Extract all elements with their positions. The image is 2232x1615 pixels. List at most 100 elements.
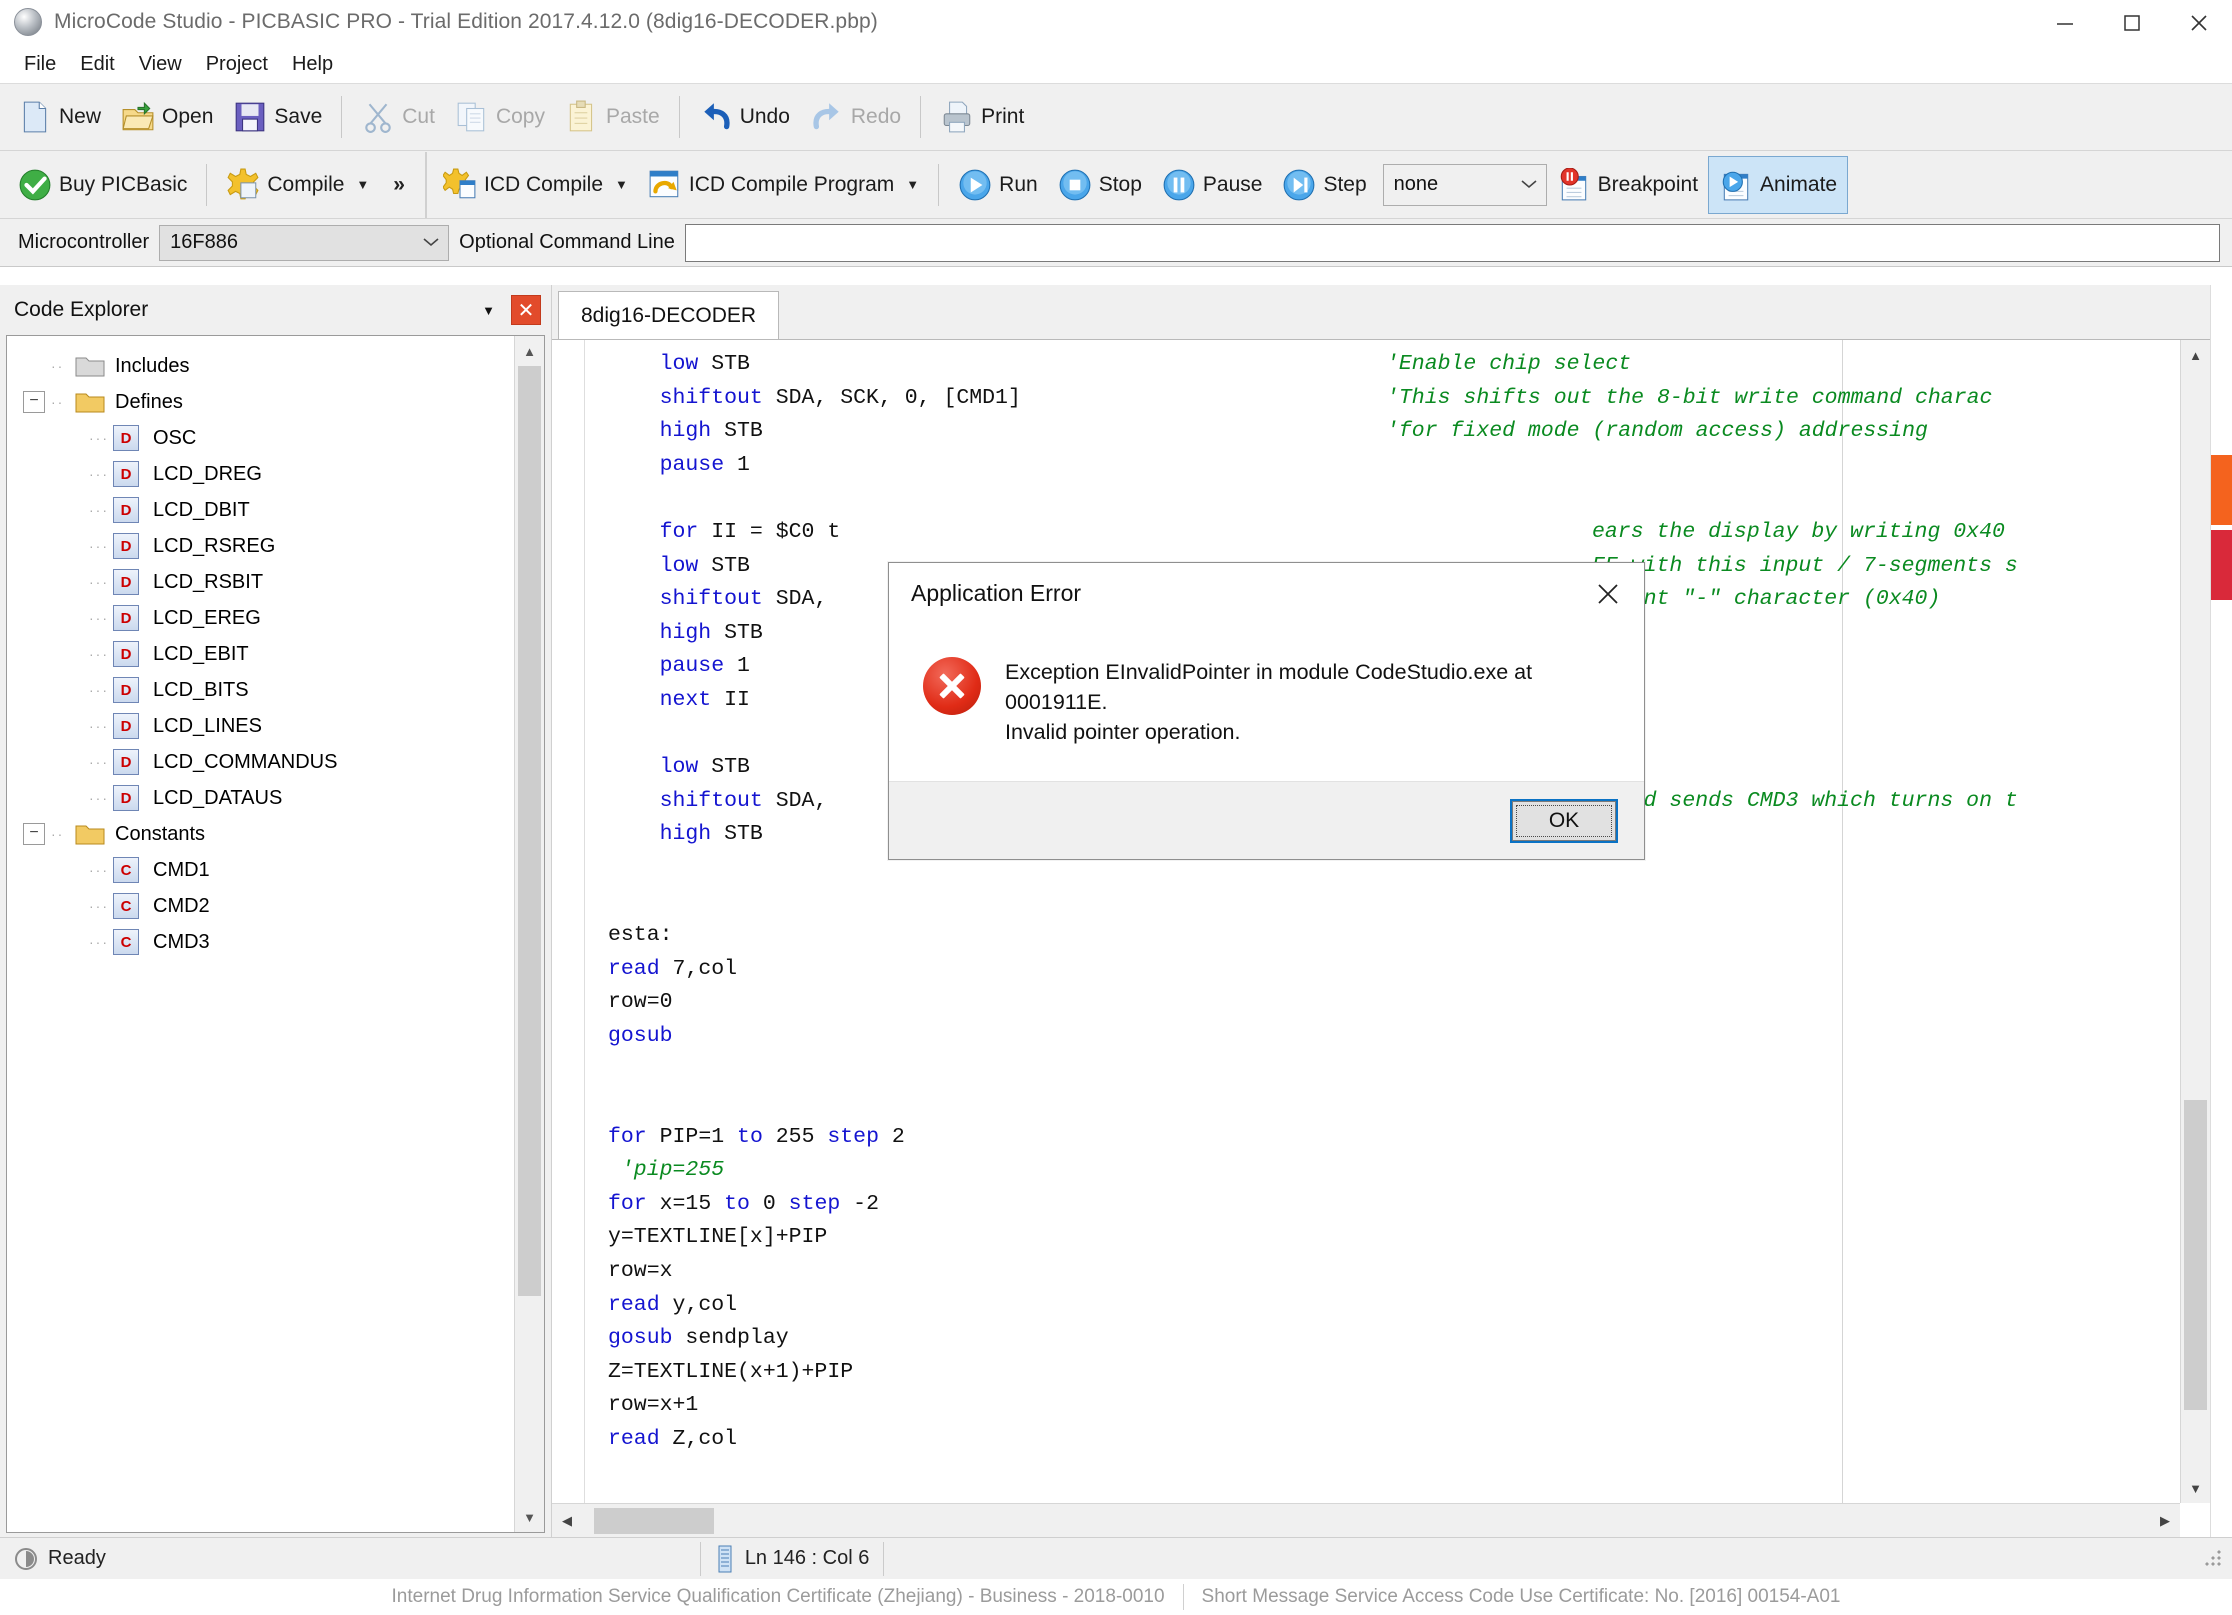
- tree-item-constants[interactable]: − ·· Constants: [23, 816, 544, 852]
- toolbar-overflow-button[interactable]: »: [379, 173, 419, 197]
- editor-horizontal-scrollbar[interactable]: ◀ ▶: [552, 1503, 2180, 1537]
- icd-compile-button[interactable]: ICD Compile ▼: [433, 156, 638, 214]
- command-line-input[interactable]: [684, 223, 2220, 262]
- microcontroller-row: Microcontroller 16F886 Optional Command …: [0, 219, 2232, 267]
- background-page-footer: Internet Drug Information Service Qualif…: [0, 1579, 2232, 1615]
- scroll-thumb[interactable]: [2184, 1100, 2207, 1410]
- stop-button[interactable]: Stop: [1048, 156, 1152, 214]
- scroll-down-icon[interactable]: ▼: [2181, 1473, 2210, 1503]
- collapse-toggle-icon[interactable]: −: [23, 391, 45, 413]
- code-explorer-panel: Code Explorer ▼ ✕ ·· Includes − ·· Defines ··…: [0, 285, 552, 1537]
- scissors-icon: [365, 103, 392, 133]
- tree-item-label: LCD_BITS: [153, 678, 249, 701]
- code-token: PIP=1: [646, 1124, 738, 1149]
- scroll-thumb[interactable]: [518, 366, 541, 1296]
- code-editor[interactable]: low STB 'Enable chip select shiftout SDA, …: [552, 339, 2210, 1537]
- run-button[interactable]: Run: [948, 156, 1048, 214]
- pause-button[interactable]: Pause: [1152, 156, 1273, 214]
- tree-item-lcd_ebit[interactable]: ··· D LCD_EBIT: [23, 636, 544, 672]
- copy-button[interactable]: Copy: [445, 88, 555, 146]
- scroll-left-icon[interactable]: ◀: [552, 1513, 582, 1529]
- menu-file[interactable]: File: [12, 49, 68, 80]
- open-button[interactable]: Open: [111, 88, 223, 146]
- icd-compile-program-label: ICD Compile Program: [688, 172, 895, 196]
- run-label: Run: [999, 172, 1038, 196]
- printer-icon: [943, 101, 971, 133]
- scroll-up-icon[interactable]: ▲: [515, 336, 544, 366]
- resize-grip[interactable]: [2204, 1549, 2222, 1568]
- tree-item-lcd_rsreg[interactable]: ··· D LCD_RSREG: [23, 528, 544, 564]
- tree-item-lcd_dreg[interactable]: ··· D LCD_DREG: [23, 456, 544, 492]
- new-button[interactable]: New: [8, 88, 111, 146]
- maximize-button[interactable]: [2098, 0, 2165, 45]
- tree-item-lcd_bits[interactable]: ··· D LCD_BITS: [23, 672, 544, 708]
- paste-button[interactable]: Paste: [555, 88, 670, 146]
- menu-help[interactable]: Help: [280, 49, 345, 80]
- save-button[interactable]: Save: [223, 88, 332, 146]
- tree-item-defines[interactable]: − ·· Defines: [23, 384, 544, 420]
- editor-vertical-scrollbar[interactable]: ▲ ▼: [2180, 340, 2210, 1503]
- code-line: shiftout SDA, SCK, 0, [CMD1] 'This shifts…: [608, 382, 2210, 416]
- collapse-toggle-icon[interactable]: −: [23, 823, 45, 845]
- icd-compile-program-icon: [649, 170, 679, 197]
- print-button[interactable]: Print: [930, 88, 1034, 146]
- tree-vertical-scrollbar[interactable]: ▲ ▼: [514, 336, 544, 1532]
- chevron-down-icon[interactable]: ▼: [906, 177, 919, 192]
- editor-tab[interactable]: 8dig16-DECODER: [558, 291, 780, 339]
- define-badge-icon: D: [113, 713, 139, 739]
- tree-item-cmd2[interactable]: ··· C CMD2: [23, 888, 544, 924]
- scroll-up-icon[interactable]: ▲: [2181, 340, 2210, 370]
- code-line: low STB 'Enable chip select: [608, 348, 2210, 382]
- paste-button-label: Paste: [605, 105, 660, 128]
- close-button[interactable]: [2165, 0, 2232, 45]
- tree-item-lcd_dataus[interactable]: ··· D LCD_DATAUS: [23, 780, 544, 816]
- redo-button[interactable]: Redo: [800, 88, 911, 146]
- tree-connector: ···: [89, 898, 109, 914]
- code-token: high: [659, 419, 712, 444]
- undo-button[interactable]: Undo: [689, 88, 800, 146]
- scroll-thumb[interactable]: [594, 1507, 714, 1534]
- dialog-message-line2: 0001911E.: [1005, 690, 1108, 714]
- green-check-circle-icon: [19, 169, 51, 200]
- tree-item-lcd_ereg[interactable]: ··· D LCD_EREG: [23, 600, 544, 636]
- tree-item-lcd_lines[interactable]: ··· D LCD_LINES: [23, 708, 544, 744]
- cut-button[interactable]: Cut: [351, 88, 445, 146]
- tree-item-cmd3[interactable]: ··· C CMD3: [23, 924, 544, 960]
- minimize-button[interactable]: [2031, 0, 2098, 45]
- buy-picbasic-button[interactable]: Buy PICBasic: [8, 156, 197, 214]
- breakpoint-icon: [1560, 167, 1586, 200]
- application-error-dialog[interactable]: Application Error Exception EInvalidPoin…: [888, 562, 1645, 860]
- chevron-down-icon[interactable]: ▼: [615, 177, 628, 192]
- ok-button[interactable]: OK: [1510, 798, 1618, 843]
- tree-item-lcd_commandus[interactable]: ··· D LCD_COMMANDUS: [23, 744, 544, 780]
- panel-menu-icon[interactable]: ▼: [466, 303, 511, 318]
- tree-item-includes[interactable]: ·· Includes: [23, 348, 544, 384]
- scroll-down-icon[interactable]: ▼: [515, 1502, 544, 1532]
- menu-view[interactable]: View: [127, 49, 194, 80]
- code-explorer-title: Code Explorer: [14, 298, 149, 321]
- constant-badge-icon: C: [113, 857, 139, 883]
- compile-button[interactable]: Compile ▼: [216, 156, 379, 214]
- tree-item-cmd1[interactable]: ··· C CMD1: [23, 852, 544, 888]
- scroll-right-icon[interactable]: ▶: [2150, 1513, 2180, 1529]
- menu-project[interactable]: Project: [194, 49, 280, 80]
- panel-close-icon[interactable]: ✕: [511, 295, 541, 325]
- breakpoint-button[interactable]: Breakpoint: [1547, 156, 1708, 214]
- chevron-down-icon[interactable]: ▼: [356, 177, 369, 192]
- animate-button[interactable]: Animate: [1708, 155, 1849, 214]
- icd-compile-program-button[interactable]: ICD Compile Program ▼: [638, 156, 929, 214]
- icd-compile-icon: [442, 168, 476, 198]
- step-mode-select[interactable]: none: [1382, 163, 1547, 206]
- step-button[interactable]: Step: [1272, 156, 1376, 214]
- tree-item-lcd_rsbit[interactable]: ··· D LCD_RSBIT: [23, 564, 544, 600]
- define-badge-icon: D: [113, 461, 139, 487]
- dialog-close-button[interactable]: [1584, 573, 1632, 615]
- undo-button-label: Undo: [739, 105, 790, 128]
- error-x-icon: [923, 657, 981, 715]
- code-text[interactable]: low STB 'Enable chip select shiftout SDA, …: [608, 348, 2210, 1457]
- menu-edit[interactable]: Edit: [68, 49, 126, 80]
- tree-item-lcd_dbit[interactable]: ··· D LCD_DBIT: [23, 492, 544, 528]
- tree-connector: ··: [51, 826, 65, 842]
- tree-item-osc[interactable]: ··· D OSC: [23, 420, 544, 456]
- microcontroller-select[interactable]: 16F886: [159, 224, 450, 261]
